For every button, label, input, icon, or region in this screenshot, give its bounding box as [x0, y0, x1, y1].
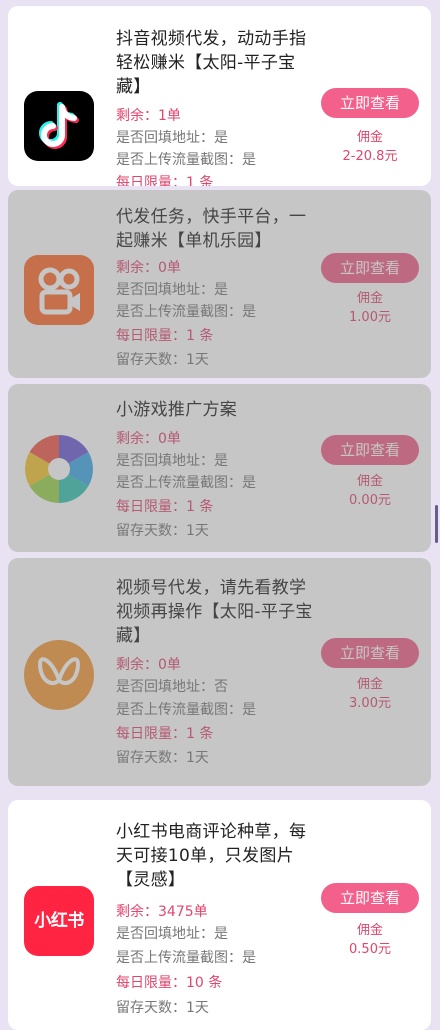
daily-limit: 每日限量：10 条 — [116, 975, 223, 991]
view-now-button[interactable]: 立即查看 — [321, 638, 419, 668]
remaining-count: 剩余：0单 — [116, 431, 181, 447]
task-title: 视频号代发，请先看教学视频再操作【太阳-平子宝藏】 — [116, 578, 313, 646]
xiaohongshu-logo-text: 小红书 — [34, 911, 84, 931]
tiktok-icon — [24, 91, 94, 161]
view-now-button[interactable]: 立即查看 — [321, 88, 419, 118]
screenshot-required: 是否上传流量截图：是 — [116, 304, 256, 320]
daily-limit: 每日限量：1 条 — [116, 328, 214, 344]
commission-label: 佣金 — [356, 291, 383, 306]
task-card[interactable]: 代发任务，快手平台，一起赚米【单机乐园】 剩余：0单 是否回填地址：是 是否上传… — [8, 190, 431, 378]
xiaohongshu-icon: 小红书 — [24, 886, 94, 956]
retention-days: 留存天数：1天 — [116, 750, 209, 766]
kuaishou-icon — [24, 255, 94, 325]
screenshot-required: 是否上传流量截图：是 — [116, 475, 256, 491]
commission-label: 佣金 — [356, 677, 383, 692]
daily-limit: 每日限量：1 条 — [116, 175, 214, 186]
commission-value: 1.00元 — [349, 310, 391, 325]
commission-label: 佣金 — [356, 474, 383, 489]
remaining-count: 剩余：0单 — [116, 260, 181, 276]
screenshot-required: 是否上传流量截图：是 — [116, 152, 256, 168]
wechat-channels-icon — [24, 640, 94, 710]
task-title: 小红书电商评论种草，每天可接10单，只发图片【灵感】 — [116, 822, 307, 890]
remaining-count: 剩余：0单 — [116, 657, 181, 673]
address-required: 是否回填地址：否 — [116, 679, 228, 695]
view-now-button[interactable]: 立即查看 — [321, 435, 419, 465]
remaining-count: 剩余：1单 — [116, 108, 181, 124]
commission-value: 2-20.8元 — [342, 149, 398, 164]
retention-days: 留存天数：1天 — [116, 523, 209, 539]
task-card[interactable]: 视频号代发，请先看教学视频再操作【太阳-平子宝藏】 剩余：0单 是否回填地址：否… — [8, 558, 431, 786]
remaining-count: 剩余：3475单 — [116, 904, 208, 920]
address-required: 是否回填地址：是 — [116, 282, 228, 298]
address-required: 是否回填地址：是 — [116, 926, 228, 942]
commission-value: 3.00元 — [349, 696, 391, 711]
view-now-button[interactable]: 立即查看 — [321, 883, 419, 913]
screenshot-required: 是否上传流量截图：是 — [116, 950, 256, 966]
commission-label: 佣金 — [356, 923, 383, 938]
scrollbar-thumb[interactable] — [435, 505, 438, 543]
task-card[interactable]: 小红书 小红书电商评论种草，每天可接10单，只发图片【灵感】 剩余：3475单 … — [8, 800, 431, 1030]
screenshot-required: 是否上传流量截图：是 — [116, 702, 256, 718]
task-card[interactable]: 小游戏推广方案 剩余：0单 是否回填地址：是 是否上传流量截图：是 每日限量：1… — [8, 384, 431, 552]
aperture-icon — [24, 434, 94, 504]
commission-label: 佣金 — [356, 130, 383, 145]
retention-days: 留存天数：1天 — [116, 1000, 209, 1016]
task-title: 抖音视频代发，动动手指轻松赚米【太阳-平子宝藏】 — [116, 29, 307, 97]
task-title: 小游戏推广方案 — [116, 400, 238, 420]
address-required: 是否回填地址：是 — [116, 453, 228, 469]
address-required: 是否回填地址：是 — [116, 130, 228, 146]
view-now-button[interactable]: 立即查看 — [321, 253, 419, 283]
task-card[interactable]: 抖音视频代发，动动手指轻松赚米【太阳-平子宝藏】 剩余：1单 是否回填地址：是 … — [8, 6, 431, 186]
daily-limit: 每日限量：1 条 — [116, 499, 214, 515]
task-title: 代发任务，快手平台，一起赚米【单机乐园】 — [116, 207, 307, 251]
retention-days: 留存天数：1天 — [116, 352, 209, 368]
daily-limit: 每日限量：1 条 — [116, 726, 214, 742]
commission-value: 0.50元 — [349, 942, 391, 957]
commission-value: 0.00元 — [349, 493, 391, 508]
